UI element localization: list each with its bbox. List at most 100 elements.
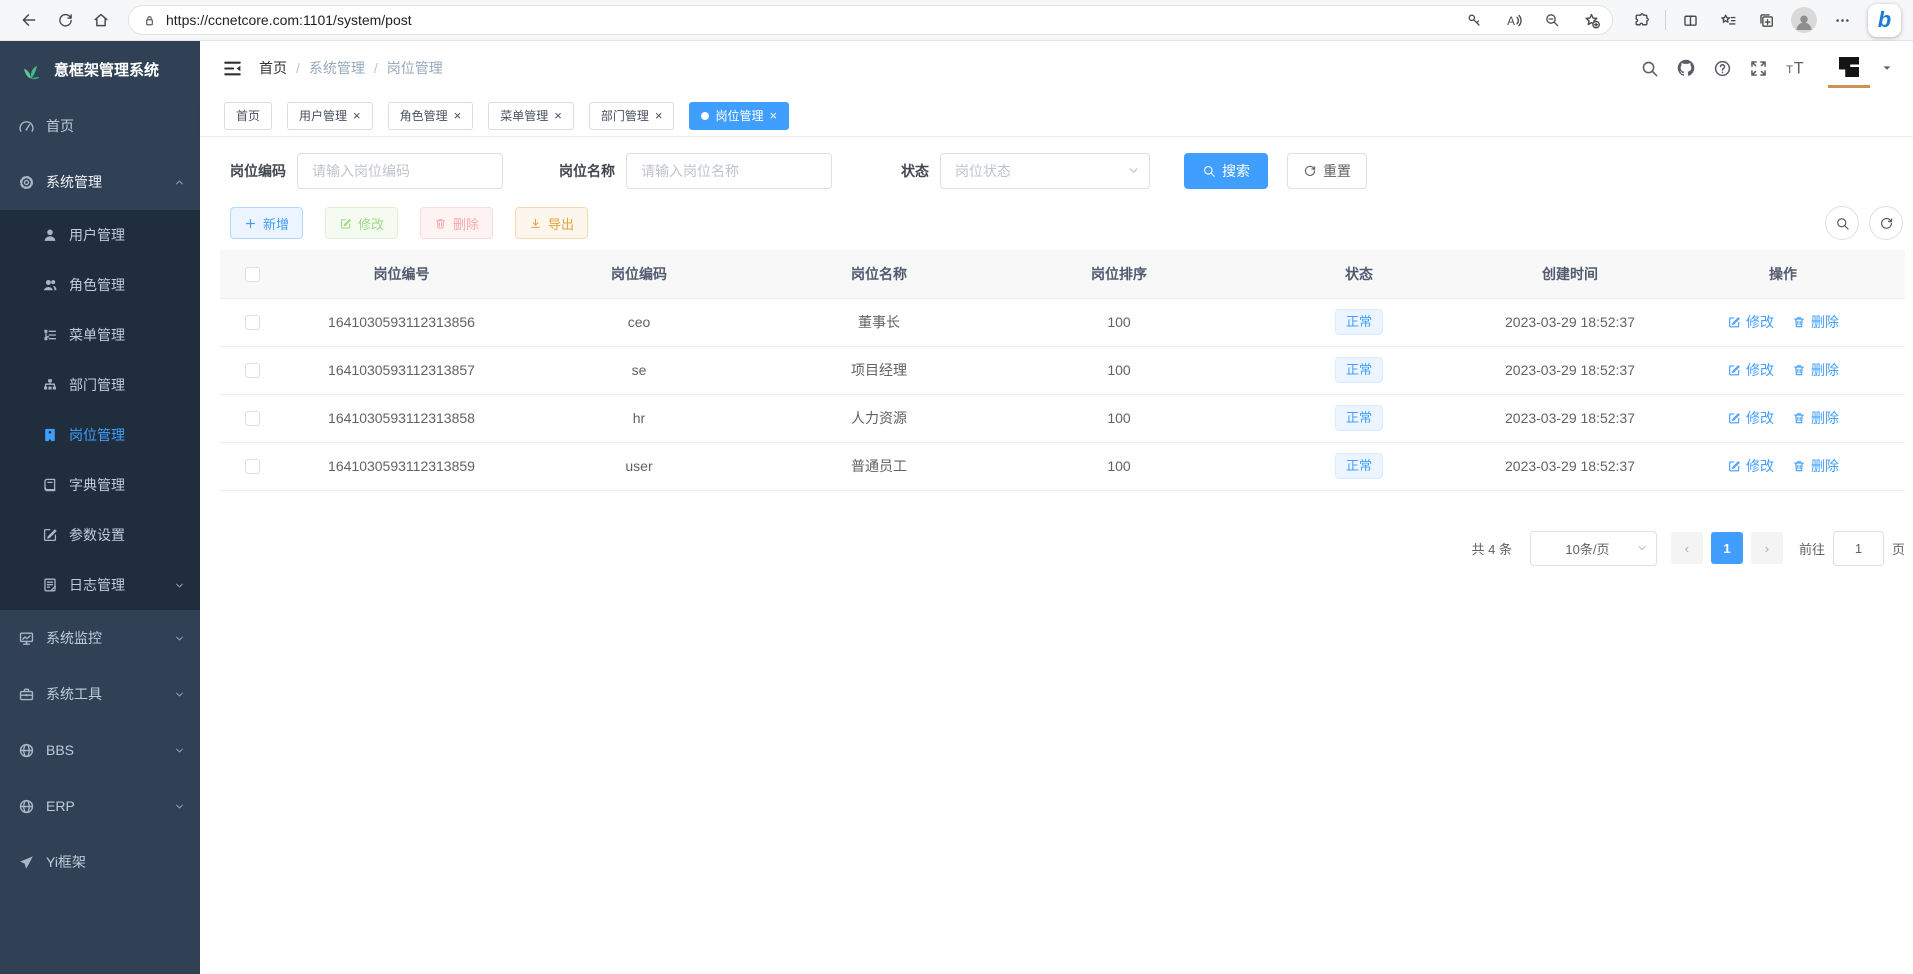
page-size-value[interactable] bbox=[1530, 531, 1657, 566]
profile-button[interactable] bbox=[1788, 4, 1820, 36]
row-edit-link[interactable]: 修改 bbox=[1727, 408, 1774, 428]
sidebar-item-dict[interactable]: 字典管理 bbox=[0, 460, 200, 510]
row-delete-link[interactable]: 删除 bbox=[1792, 408, 1839, 428]
tab-menus[interactable]: 菜单管理 × bbox=[488, 102, 574, 130]
cell-post-name: 人力资源 bbox=[759, 394, 999, 442]
select-all-checkbox[interactable] bbox=[245, 267, 260, 282]
bing-chat-button[interactable]: b bbox=[1868, 4, 1901, 37]
next-page-button[interactable]: › bbox=[1751, 532, 1783, 564]
page-1-button[interactable]: 1 bbox=[1711, 532, 1743, 564]
table-row[interactable]: 1641030593112313856 ceo 董事长 100 正常 2023-… bbox=[220, 298, 1905, 346]
github-link[interactable] bbox=[1676, 58, 1696, 78]
row-delete-link[interactable]: 删除 bbox=[1792, 456, 1839, 476]
status-select[interactable] bbox=[940, 153, 1150, 189]
user-menu-caret[interactable] bbox=[1881, 62, 1893, 74]
cell-post-name: 董事长 bbox=[759, 298, 999, 346]
sidebar-item-depts[interactable]: 部门管理 bbox=[0, 360, 200, 410]
row-delete-link[interactable]: 删除 bbox=[1792, 360, 1839, 380]
goto-page-input[interactable] bbox=[1833, 531, 1884, 566]
sidebar-item-bbs[interactable]: BBS bbox=[0, 722, 200, 778]
sidebar-item-monitor[interactable]: 系统监控 bbox=[0, 610, 200, 666]
sidebar-item-yiframe[interactable]: Yi框架 bbox=[0, 834, 200, 890]
posts-table: 岗位编号 岗位编码 岗位名称 岗位排序 状态 创建时间 操作 164103059… bbox=[220, 250, 1905, 491]
browser-reload-button[interactable] bbox=[48, 4, 82, 36]
user-avatar[interactable] bbox=[1828, 48, 1870, 88]
page-size-select[interactable] bbox=[1530, 531, 1657, 566]
table-row[interactable]: 1641030593112313857 se 项目经理 100 正常 2023-… bbox=[220, 346, 1905, 394]
help-button[interactable] bbox=[1713, 59, 1732, 78]
extensions-icon bbox=[1633, 12, 1650, 29]
table-row[interactable]: 1641030593112313859 user 普通员工 100 正常 202… bbox=[220, 442, 1905, 490]
sidebar-item-system[interactable]: 系统管理 bbox=[0, 154, 200, 210]
collapse-sidebar-button[interactable] bbox=[222, 58, 243, 79]
row-edit-link[interactable]: 修改 bbox=[1727, 312, 1774, 332]
post-name-input[interactable] bbox=[626, 153, 832, 189]
add-button[interactable]: 新增 bbox=[230, 207, 303, 239]
sidebar-item-menus[interactable]: 菜单管理 bbox=[0, 310, 200, 360]
row-checkbox[interactable] bbox=[245, 459, 260, 474]
password-key-icon[interactable] bbox=[1459, 7, 1489, 33]
table-row[interactable]: 1641030593112313858 hr 人力资源 100 正常 2023-… bbox=[220, 394, 1905, 442]
font-size-button[interactable] bbox=[1785, 58, 1805, 78]
split-screen-button[interactable] bbox=[1674, 4, 1706, 36]
show-search-button[interactable] bbox=[1825, 206, 1859, 240]
cell-post-code: hr bbox=[519, 394, 759, 442]
favorites-button[interactable] bbox=[1712, 4, 1744, 36]
close-icon[interactable]: × bbox=[655, 109, 663, 122]
fullscreen-button[interactable] bbox=[1749, 59, 1768, 78]
sidebar-item-home[interactable]: 首页 bbox=[0, 98, 200, 154]
add-favorite-icon[interactable] bbox=[1576, 7, 1606, 33]
status-select-input[interactable] bbox=[940, 153, 1150, 189]
tab-home[interactable]: 首页 bbox=[224, 102, 272, 130]
delete-button-disabled[interactable]: 删除 bbox=[420, 207, 493, 239]
reset-button[interactable]: 重置 bbox=[1287, 153, 1367, 189]
sidebar-item-tools[interactable]: 系统工具 bbox=[0, 666, 200, 722]
row-checkbox[interactable] bbox=[245, 411, 260, 426]
tab-roles[interactable]: 角色管理× bbox=[388, 102, 474, 130]
breadcrumb-home[interactable]: 首页 bbox=[259, 58, 287, 78]
sidebar-item-posts[interactable]: 岗位管理 bbox=[0, 410, 200, 460]
close-icon[interactable]: × bbox=[353, 109, 361, 122]
tab-posts-active[interactable]: 岗位管理 × bbox=[689, 102, 789, 130]
col-post-sort: 岗位排序 bbox=[999, 250, 1239, 298]
close-icon[interactable]: × bbox=[454, 109, 462, 122]
edit-button-disabled[interactable]: 修改 bbox=[325, 207, 398, 239]
search-button[interactable]: 搜索 bbox=[1184, 153, 1268, 189]
sidebar-item-logs[interactable]: 日志管理 bbox=[0, 560, 200, 610]
row-edit-link[interactable]: 修改 bbox=[1727, 360, 1774, 380]
cell-created: 2023-03-29 18:52:37 bbox=[1479, 298, 1661, 346]
read-aloud-icon[interactable] bbox=[1498, 7, 1528, 33]
tab-label: 岗位管理 bbox=[715, 107, 763, 124]
row-edit-link[interactable]: 修改 bbox=[1727, 456, 1774, 476]
address-bar[interactable]: https://ccnetcore.com:1101/system/post bbox=[128, 5, 1613, 35]
tab-label: 菜单管理 bbox=[500, 107, 548, 124]
zoom-out-icon[interactable] bbox=[1537, 7, 1567, 33]
paper-plane-icon bbox=[18, 854, 35, 871]
sidebar-item-roles[interactable]: 角色管理 bbox=[0, 260, 200, 310]
browser-menu-button[interactable] bbox=[1826, 4, 1858, 36]
edit-button-label: 修改 bbox=[358, 214, 384, 233]
page-suffix: 页 bbox=[1892, 539, 1905, 558]
row-delete-link[interactable]: 删除 bbox=[1792, 312, 1839, 332]
refresh-table-button[interactable] bbox=[1869, 206, 1903, 240]
header-search-button[interactable] bbox=[1640, 59, 1659, 78]
collections-button[interactable] bbox=[1750, 4, 1782, 36]
tab-users[interactable]: 用户管理× bbox=[287, 102, 373, 130]
sidebar-item-params[interactable]: 参数设置 bbox=[0, 510, 200, 560]
extensions-button[interactable] bbox=[1625, 4, 1657, 36]
close-icon[interactable]: × bbox=[769, 109, 777, 122]
sidebar-item-erp[interactable]: ERP bbox=[0, 778, 200, 834]
breadcrumb-system[interactable]: 系统管理 bbox=[309, 58, 365, 78]
edit-icon bbox=[1727, 363, 1741, 377]
browser-home-button[interactable] bbox=[84, 4, 118, 36]
reset-button-label: 重置 bbox=[1323, 161, 1351, 181]
post-code-input[interactable] bbox=[297, 153, 503, 189]
browser-back-button[interactable] bbox=[12, 4, 46, 36]
row-checkbox[interactable] bbox=[245, 363, 260, 378]
close-icon[interactable]: × bbox=[554, 109, 562, 122]
export-button[interactable]: 导出 bbox=[515, 207, 588, 239]
sidebar-item-users[interactable]: 用户管理 bbox=[0, 210, 200, 260]
row-checkbox[interactable] bbox=[245, 315, 260, 330]
tab-depts[interactable]: 部门管理× bbox=[589, 102, 675, 130]
prev-page-button[interactable]: ‹ bbox=[1671, 532, 1703, 564]
